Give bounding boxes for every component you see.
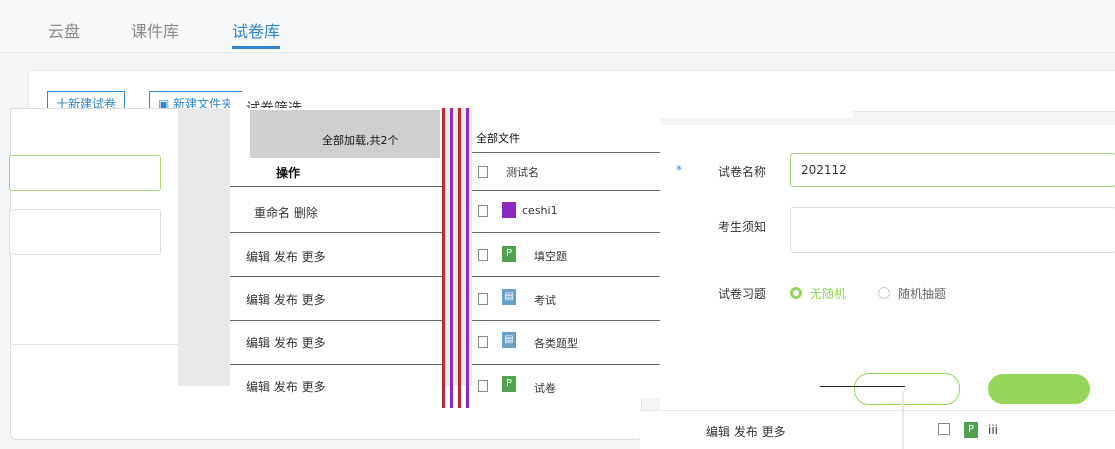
p-file-icon: P — [964, 422, 978, 438]
table-row[interactable]: 编辑 发布 更多 — [246, 378, 326, 395]
row-divider — [230, 232, 442, 233]
row-divider — [472, 232, 660, 233]
table-top-header: 全部加载,共2个 — [250, 110, 440, 158]
folder-icon — [502, 202, 516, 218]
row-divider — [230, 320, 442, 321]
row-divider — [230, 186, 442, 187]
row-divider — [472, 320, 660, 321]
list-item[interactable]: 考试 — [534, 292, 556, 308]
checkbox[interactable] — [478, 380, 488, 392]
row-divider — [230, 364, 442, 365]
questions-label: 试卷习题 — [718, 287, 767, 301]
table-row[interactable]: 编辑 发布 更多 — [246, 334, 326, 351]
row-divider — [472, 190, 660, 191]
row-divider — [472, 364, 660, 365]
active-tab-indicator — [232, 46, 280, 49]
divider — [820, 386, 905, 387]
confirm-button[interactable] — [988, 374, 1090, 404]
required-mark: * — [676, 163, 682, 177]
paper-name-value: 202112 — [801, 163, 847, 177]
notice-label: 考生须知 — [718, 220, 767, 234]
paper-name-label: 试卷名称 — [718, 165, 767, 179]
checkbox[interactable] — [478, 166, 488, 178]
bottom-row-actions[interactable]: 编辑 发布 更多 — [706, 423, 786, 440]
action-table: 全部加载,共2个 操作 重命名 删除 编辑 发布 更多 编辑 发布 更多 编辑 … — [230, 108, 442, 398]
table-row[interactable]: 重命名 删除 — [254, 204, 318, 221]
radio-random[interactable] — [878, 287, 890, 299]
tab-paper-library[interactable]: 试卷库 — [232, 18, 280, 42]
bottom-row: 编辑 发布 更多 P iii — [640, 391, 1115, 449]
list-item[interactable]: 测试名 — [506, 164, 539, 180]
list-item[interactable]: 各类题型 — [534, 335, 578, 351]
notice-textarea[interactable] — [790, 207, 1115, 253]
radio-no-random-label: 无随机 — [810, 287, 847, 301]
checkbox[interactable] — [478, 249, 488, 261]
checkbox[interactable] — [478, 205, 488, 217]
doc-file-icon: ▤ — [502, 289, 516, 305]
radio-no-random[interactable] — [790, 287, 802, 299]
radio-random-label: 随机抽题 — [898, 287, 947, 301]
row-divider — [472, 276, 660, 277]
p-file-icon: P — [502, 246, 516, 262]
load-count-label: 全部加载,共2个 — [322, 134, 399, 147]
tab-cloud[interactable]: 云盘 — [48, 18, 80, 42]
glitch-strip — [442, 108, 445, 408]
p-file-icon: P — [502, 376, 516, 392]
cancel-button[interactable] — [854, 373, 960, 405]
list-item[interactable]: iii — [988, 423, 998, 437]
tab-courseware[interactable]: 课件库 — [131, 18, 179, 42]
paper-name-field[interactable]: 202112 — [790, 153, 1115, 187]
checkbox[interactable] — [478, 293, 488, 305]
table-row[interactable]: 编辑 发布 更多 — [246, 248, 326, 265]
list-item[interactable]: 填空题 — [534, 248, 567, 264]
file-list-header: 全部文件 — [476, 132, 520, 145]
list-item[interactable]: 试卷 — [534, 380, 556, 396]
notice-input-left[interactable] — [9, 209, 161, 255]
row-divider — [230, 276, 442, 277]
doc-file-icon: ▤ — [502, 332, 516, 348]
checkbox[interactable] — [938, 423, 950, 435]
list-item[interactable]: ceshi1 — [522, 204, 558, 217]
glitch-strip — [458, 108, 461, 408]
table-header-ops: 操作 — [276, 166, 301, 180]
top-nav: 云盘 课件库 试卷库 — [0, 0, 1115, 53]
row-divider — [472, 152, 660, 153]
glitch-strip — [466, 108, 469, 408]
table-row[interactable]: 编辑 发布 更多 — [246, 291, 326, 308]
glitch-strip — [450, 108, 453, 408]
file-list: 全部文件 测试名 ceshi1 P 填空题 ▤ 考试 ▤ 各类题型 P 试卷 — [472, 108, 660, 398]
checkbox[interactable] — [478, 336, 488, 348]
divider — [902, 391, 904, 449]
paper-form: * 试卷名称 202112 考生须知 试卷习题 无随机 随机抽题 — [660, 125, 1115, 415]
name-input-left[interactable] — [9, 155, 161, 191]
